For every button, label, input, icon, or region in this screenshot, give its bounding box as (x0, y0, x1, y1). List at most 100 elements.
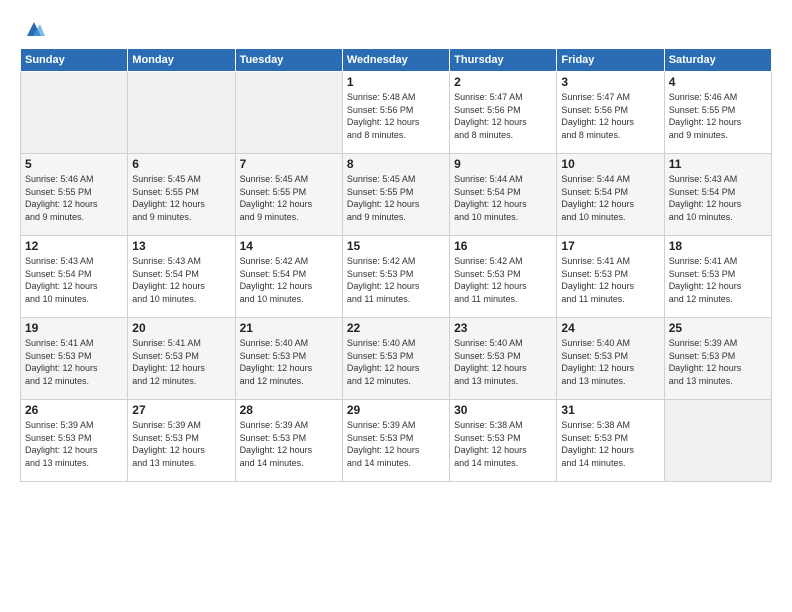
logo (20, 18, 45, 40)
calendar-day-cell: 2Sunrise: 5:47 AM Sunset: 5:56 PM Daylig… (450, 72, 557, 154)
day-info: Sunrise: 5:41 AM Sunset: 5:53 PM Dayligh… (561, 255, 659, 305)
day-number: 29 (347, 403, 445, 417)
day-info: Sunrise: 5:47 AM Sunset: 5:56 PM Dayligh… (454, 91, 552, 141)
calendar-day-cell: 9 Sunrise: 5:44 AM Sunset: 5:54 PM Daylig… (450, 154, 557, 236)
day-number: 5 (25, 157, 123, 171)
day-number: 16 (454, 239, 552, 253)
day-info: Sunrise: 5:40 AM Sunset: 5:53 PM Dayligh… (347, 337, 445, 387)
calendar-week-row: 1 Sunrise: 5:48 AM Sunset: 5:56 PM Daylig… (21, 72, 772, 154)
calendar-table: SundayMondayTuesdayWednesdayThursdayFrid… (20, 48, 772, 482)
page: SundayMondayTuesdayWednesdayThursdayFrid… (0, 0, 792, 612)
calendar-day-cell: 7Sunrise: 5:45 AM Sunset: 5:55 PM Daylig… (235, 154, 342, 236)
weekday-header-sunday: Sunday (21, 49, 128, 72)
day-info: Sunrise: 5:45 AM Sunset: 5:55 PM Dayligh… (132, 173, 230, 223)
calendar-day-cell (235, 72, 342, 154)
calendar-day-cell (128, 72, 235, 154)
day-number: 21 (240, 321, 338, 335)
day-info: Sunrise: 5:39 AM Sunset: 5:53 PM Dayligh… (669, 337, 767, 387)
day-info: Sunrise: 5:41 AM Sunset: 5:53 PM Dayligh… (669, 255, 767, 305)
day-info: Sunrise: 5:43 AM Sunset: 5:54 PM Dayligh… (669, 173, 767, 223)
calendar-day-cell (664, 400, 771, 482)
calendar-day-cell: 16 Sunrise: 5:42 AM Sunset: 5:53 PM Dayli… (450, 236, 557, 318)
day-number: 9 (454, 157, 552, 171)
calendar-week-row: 5 Sunrise: 5:46 AM Sunset: 5:55 PM Daylig… (21, 154, 772, 236)
calendar-day-cell: 25 Sunrise: 5:39 AM Sunset: 5:53 PM Dayli… (664, 318, 771, 400)
day-number: 20 (132, 321, 230, 335)
calendar-week-row: 19 Sunrise: 5:41 AM Sunset: 5:53 PM Dayli… (21, 318, 772, 400)
calendar-week-row: 26Sunrise: 5:39 AM Sunset: 5:53 PM Dayli… (21, 400, 772, 482)
day-number: 12 (25, 239, 123, 253)
calendar-week-row: 12 Sunrise: 5:43 AM Sunset: 5:54 PM Dayli… (21, 236, 772, 318)
calendar-day-cell: 8Sunrise: 5:45 AM Sunset: 5:55 PM Daylig… (342, 154, 449, 236)
day-number: 27 (132, 403, 230, 417)
day-info: Sunrise: 5:43 AM Sunset: 5:54 PM Dayligh… (25, 255, 123, 305)
calendar-day-cell: 28Sunrise: 5:39 AM Sunset: 5:53 PM Dayli… (235, 400, 342, 482)
calendar-day-cell: 10 Sunrise: 5:44 AM Sunset: 5:54 PM Dayli… (557, 154, 664, 236)
day-number: 30 (454, 403, 552, 417)
day-number: 4 (669, 75, 767, 89)
day-info: Sunrise: 5:39 AM Sunset: 5:53 PM Dayligh… (240, 419, 338, 469)
day-info: Sunrise: 5:42 AM Sunset: 5:53 PM Dayligh… (347, 255, 445, 305)
day-number: 10 (561, 157, 659, 171)
day-info: Sunrise: 5:42 AM Sunset: 5:53 PM Dayligh… (454, 255, 552, 305)
calendar-day-cell: 6Sunrise: 5:45 AM Sunset: 5:55 PM Daylig… (128, 154, 235, 236)
calendar-day-cell: 14Sunrise: 5:42 AM Sunset: 5:54 PM Dayli… (235, 236, 342, 318)
header (20, 18, 772, 40)
day-info: Sunrise: 5:45 AM Sunset: 5:55 PM Dayligh… (240, 173, 338, 223)
calendar-day-cell: 19Sunrise: 5:41 AM Sunset: 5:53 PM Dayli… (21, 318, 128, 400)
calendar-day-cell: 15 Sunrise: 5:42 AM Sunset: 5:53 PM Dayli… (342, 236, 449, 318)
calendar-day-cell: 21 Sunrise: 5:40 AM Sunset: 5:53 PM Dayli… (235, 318, 342, 400)
calendar-day-cell: 17 Sunrise: 5:41 AM Sunset: 5:53 PM Dayli… (557, 236, 664, 318)
day-info: Sunrise: 5:42 AM Sunset: 5:54 PM Dayligh… (240, 255, 338, 305)
day-number: 18 (669, 239, 767, 253)
day-number: 25 (669, 321, 767, 335)
day-number: 17 (561, 239, 659, 253)
calendar-day-cell: 3Sunrise: 5:47 AM Sunset: 5:56 PM Daylig… (557, 72, 664, 154)
day-number: 23 (454, 321, 552, 335)
day-number: 13 (132, 239, 230, 253)
day-info: Sunrise: 5:48 AM Sunset: 5:56 PM Dayligh… (347, 91, 445, 141)
day-info: Sunrise: 5:46 AM Sunset: 5:55 PM Dayligh… (669, 91, 767, 141)
calendar-day-cell: 26Sunrise: 5:39 AM Sunset: 5:53 PM Dayli… (21, 400, 128, 482)
day-info: Sunrise: 5:43 AM Sunset: 5:54 PM Dayligh… (132, 255, 230, 305)
calendar-day-cell: 23 Sunrise: 5:40 AM Sunset: 5:53 PM Dayli… (450, 318, 557, 400)
calendar-day-cell: 1 Sunrise: 5:48 AM Sunset: 5:56 PM Daylig… (342, 72, 449, 154)
calendar-day-cell: 22 Sunrise: 5:40 AM Sunset: 5:53 PM Dayli… (342, 318, 449, 400)
calendar-day-cell: 4 Sunrise: 5:46 AM Sunset: 5:55 PM Daylig… (664, 72, 771, 154)
day-number: 1 (347, 75, 445, 89)
day-info: Sunrise: 5:40 AM Sunset: 5:53 PM Dayligh… (454, 337, 552, 387)
weekday-header-friday: Friday (557, 49, 664, 72)
weekday-header-saturday: Saturday (664, 49, 771, 72)
day-number: 22 (347, 321, 445, 335)
day-info: Sunrise: 5:39 AM Sunset: 5:53 PM Dayligh… (132, 419, 230, 469)
calendar-day-cell: 18 Sunrise: 5:41 AM Sunset: 5:53 PM Dayli… (664, 236, 771, 318)
logo-icon (23, 18, 45, 40)
day-number: 15 (347, 239, 445, 253)
day-info: Sunrise: 5:44 AM Sunset: 5:54 PM Dayligh… (454, 173, 552, 223)
weekday-header-row: SundayMondayTuesdayWednesdayThursdayFrid… (21, 49, 772, 72)
calendar-day-cell: 11Sunrise: 5:43 AM Sunset: 5:54 PM Dayli… (664, 154, 771, 236)
calendar-day-cell: 13 Sunrise: 5:43 AM Sunset: 5:54 PM Dayli… (128, 236, 235, 318)
day-info: Sunrise: 5:40 AM Sunset: 5:53 PM Dayligh… (561, 337, 659, 387)
weekday-header-tuesday: Tuesday (235, 49, 342, 72)
calendar-day-cell (21, 72, 128, 154)
weekday-header-wednesday: Wednesday (342, 49, 449, 72)
calendar-day-cell: 12 Sunrise: 5:43 AM Sunset: 5:54 PM Dayli… (21, 236, 128, 318)
day-info: Sunrise: 5:38 AM Sunset: 5:53 PM Dayligh… (454, 419, 552, 469)
calendar-day-cell: 24 Sunrise: 5:40 AM Sunset: 5:53 PM Dayli… (557, 318, 664, 400)
day-number: 19 (25, 321, 123, 335)
day-info: Sunrise: 5:40 AM Sunset: 5:53 PM Dayligh… (240, 337, 338, 387)
day-number: 31 (561, 403, 659, 417)
day-info: Sunrise: 5:44 AM Sunset: 5:54 PM Dayligh… (561, 173, 659, 223)
weekday-header-thursday: Thursday (450, 49, 557, 72)
day-info: Sunrise: 5:46 AM Sunset: 5:55 PM Dayligh… (25, 173, 123, 223)
calendar-day-cell: 20 Sunrise: 5:41 AM Sunset: 5:53 PM Dayli… (128, 318, 235, 400)
day-info: Sunrise: 5:41 AM Sunset: 5:53 PM Dayligh… (132, 337, 230, 387)
day-info: Sunrise: 5:39 AM Sunset: 5:53 PM Dayligh… (347, 419, 445, 469)
day-number: 8 (347, 157, 445, 171)
day-number: 24 (561, 321, 659, 335)
weekday-header-monday: Monday (128, 49, 235, 72)
calendar-day-cell: 5 Sunrise: 5:46 AM Sunset: 5:55 PM Daylig… (21, 154, 128, 236)
day-info: Sunrise: 5:39 AM Sunset: 5:53 PM Dayligh… (25, 419, 123, 469)
day-info: Sunrise: 5:38 AM Sunset: 5:53 PM Dayligh… (561, 419, 659, 469)
